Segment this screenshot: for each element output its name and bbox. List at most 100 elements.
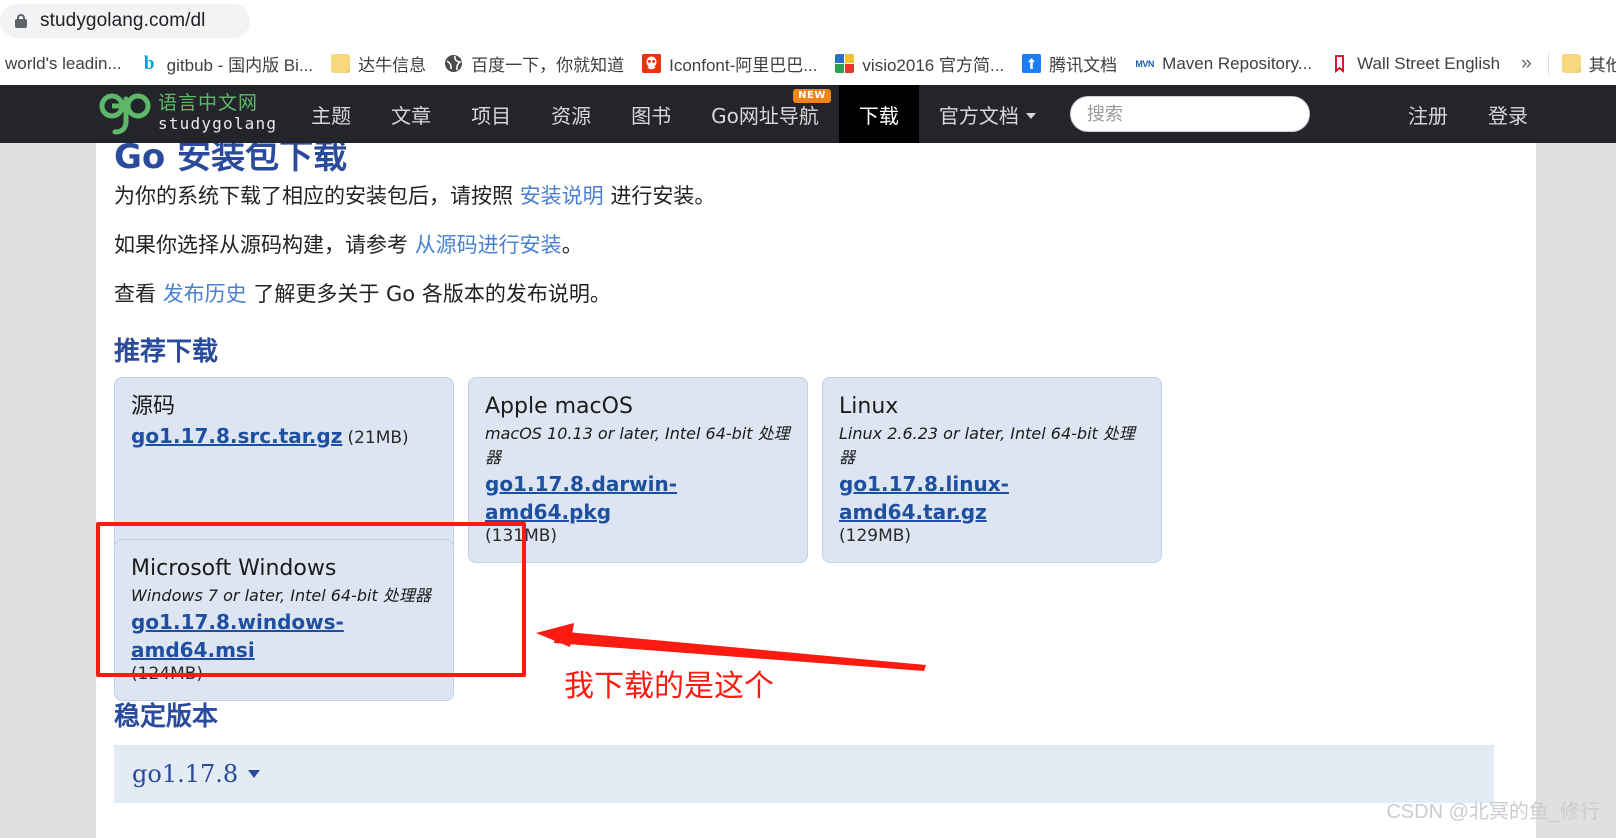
register-button[interactable]: 注册 xyxy=(1388,85,1468,143)
bookmark-label: visio2016 官方简... xyxy=(862,51,1004,76)
nav-item-download[interactable]: 下载 xyxy=(839,85,919,143)
release-history-link[interactable]: 发布历史 xyxy=(163,282,247,306)
site-logo[interactable]: 语言中文网 studygolang xyxy=(96,85,291,143)
site-logo-cn: 语言中文网 xyxy=(158,94,277,114)
download-card-source[interactable]: 源码 go1.17.8.src.tar.gz (21MB) xyxy=(114,377,454,563)
tencent-docs-icon xyxy=(1022,54,1041,73)
site-logo-en: studygolang xyxy=(158,114,277,133)
bookmark-item[interactable]: 百度一下，你就知道 xyxy=(435,49,633,79)
register-label: 注册 xyxy=(1408,100,1448,129)
bookmark-item[interactable]: The world's leadin... xyxy=(0,49,131,79)
download-link-source[interactable]: go1.17.8.src.tar.gz xyxy=(131,424,342,448)
card-subtitle: macOS 10.13 or later, Intel 64-bit 处理器 xyxy=(485,422,791,470)
paragraph-text: 。 xyxy=(562,233,583,257)
stable-version-label: go1.17.8 xyxy=(132,760,238,788)
nav-item-label: 官方文档 xyxy=(939,100,1019,129)
chevron-down-icon[interactable] xyxy=(248,770,260,778)
login-label: 登录 xyxy=(1488,100,1528,129)
chevron-down-icon xyxy=(1026,113,1036,119)
card-title: Apple macOS xyxy=(485,392,791,422)
card-title: Microsoft Windows xyxy=(131,554,437,584)
bookmarks-bar[interactable]: The world's leadin... b gitbub - 国内版 Bi.… xyxy=(0,42,1616,85)
nav-item-label: 下载 xyxy=(859,100,899,129)
card-size: (21MB) xyxy=(347,428,408,448)
folder-icon xyxy=(1562,54,1581,73)
bookmark-label: Maven Repository... xyxy=(1162,54,1312,74)
bookmark-item[interactable]: 达牛信息 xyxy=(322,49,435,79)
nav-item-label: 主题 xyxy=(311,100,351,129)
recommended-downloads-title: 推荐下载 xyxy=(114,331,218,368)
paragraph-text: 查看 xyxy=(114,282,163,306)
bookmark-label: 腾讯文档 xyxy=(1049,51,1117,76)
nav-item-themes[interactable]: 主题 xyxy=(291,85,371,143)
bookmark-label: Wall Street English xyxy=(1357,54,1500,74)
nav-item-label: 项目 xyxy=(471,100,511,129)
paragraph-release-history: 查看 发布历史 了解更多关于 Go 各版本的发布说明。 xyxy=(114,279,611,311)
paragraph-text: 进行安装。 xyxy=(604,184,716,208)
wall-street-english-icon xyxy=(1330,54,1349,73)
download-card-macos[interactable]: Apple macOS macOS 10.13 or later, Intel … xyxy=(468,377,808,563)
iconfont-icon xyxy=(642,54,661,73)
bookmark-item[interactable]: Wall Street English xyxy=(1321,49,1509,79)
card-title: 源码 xyxy=(131,392,437,422)
watermark: CSDN @北冥的鱼_修行 xyxy=(1386,795,1600,824)
download-cards: 源码 go1.17.8.src.tar.gz (21MB) Apple macO… xyxy=(114,377,1214,563)
nav-item-label: 图书 xyxy=(631,100,671,129)
card-size: (131MB) xyxy=(485,526,791,546)
bilibili-icon: b xyxy=(140,54,159,73)
paragraph-install: 为你的系统下载了相应的安装包后，请按照 安装说明 进行安装。 xyxy=(114,181,715,213)
login-button[interactable]: 登录 xyxy=(1468,85,1548,143)
nav-item-resources[interactable]: 资源 xyxy=(531,85,611,143)
bookmark-label: Iconfont-阿里巴巴... xyxy=(669,51,817,76)
other-bookmarks-button[interactable]: 其他 xyxy=(1553,49,1616,79)
search-input[interactable] xyxy=(1087,104,1293,125)
download-card-windows[interactable]: Microsoft Windows Windows 7 or later, In… xyxy=(114,539,454,701)
site-logo-text: 语言中文网 studygolang xyxy=(158,94,277,133)
search-box[interactable] xyxy=(1070,96,1310,132)
browser-chrome: studygolang.com/dl The world's leadin...… xyxy=(0,0,1616,85)
nav-item-official-docs[interactable]: 官方文档 xyxy=(919,85,1056,143)
bookmark-label: gitbub - 国内版 Bi... xyxy=(167,51,313,76)
download-link-linux[interactable]: go1.17.8.linux-amd64.tar.gz xyxy=(839,472,1009,524)
lock-icon[interactable] xyxy=(14,13,28,29)
card-subtitle: Linux 2.6.23 or later, Intel 64-bit 处理器 xyxy=(839,422,1145,470)
folder-icon xyxy=(331,54,350,73)
stable-version-row[interactable]: go1.17.8 xyxy=(114,745,1494,803)
stable-versions-title: 稳定版本 xyxy=(114,696,218,733)
page-title: Go 安装包下载 xyxy=(114,143,347,178)
bookmark-item[interactable]: MVN Maven Repository... xyxy=(1126,49,1321,79)
paragraph-text: 为你的系统下载了相应的安装包后，请按照 xyxy=(114,184,520,208)
install-instructions-link[interactable]: 安装说明 xyxy=(520,184,604,208)
bookmark-item[interactable]: 腾讯文档 xyxy=(1013,49,1126,79)
source-install-link[interactable]: 从源码进行安装 xyxy=(415,233,562,257)
go-gopher-logo-icon xyxy=(98,91,154,137)
baidu-globe-icon xyxy=(444,54,463,73)
download-card-linux[interactable]: Linux Linux 2.6.23 or later, Intel 64-bi… xyxy=(822,377,1162,563)
page-viewport: 语言中文网 studygolang 主题 文章 项目 资源 图书 Go网址导航 … xyxy=(0,85,1616,838)
paragraph-text: 了解更多关于 Go 各版本的发布说明。 xyxy=(247,282,611,306)
address-bar[interactable]: studygolang.com/dl xyxy=(0,4,250,38)
download-cards-row-2: Microsoft Windows Windows 7 or later, In… xyxy=(114,539,454,701)
nav-auth-group: 注册 登录 xyxy=(1388,85,1616,143)
download-link-macos[interactable]: go1.17.8.darwin-amd64.pkg xyxy=(485,472,677,524)
paragraph-source-build: 如果你选择从源码构建，请参考 从源码进行安装。 xyxy=(114,230,583,262)
bookmark-item[interactable]: b gitbub - 国内版 Bi... xyxy=(131,49,322,79)
nav-item-books[interactable]: 图书 xyxy=(611,85,691,143)
card-title: Linux xyxy=(839,392,1145,422)
address-bar-url: studygolang.com/dl xyxy=(40,10,206,32)
bookmark-item[interactable]: Iconfont-阿里巴巴... xyxy=(633,49,826,79)
search-container xyxy=(1070,85,1310,143)
paragraph-text: 如果你选择从源码构建，请参考 xyxy=(114,233,415,257)
nav-item-projects[interactable]: 项目 xyxy=(451,85,531,143)
nav-item-go-nav[interactable]: Go网址导航 NEW xyxy=(691,85,839,143)
download-link-windows[interactable]: go1.17.8.windows-amd64.msi xyxy=(131,610,344,662)
visio-icon xyxy=(835,54,854,73)
nav-item-articles[interactable]: 文章 xyxy=(371,85,451,143)
card-subtitle: Windows 7 or later, Intel 64-bit 处理器 xyxy=(131,584,437,608)
maven-icon: MVN xyxy=(1135,54,1154,73)
bookmark-item[interactable]: visio2016 官方简... xyxy=(826,49,1013,79)
bookmarks-divider xyxy=(1548,53,1549,75)
nav-item-label: 文章 xyxy=(391,100,431,129)
bookmarks-overflow-button[interactable]: » xyxy=(1509,53,1544,75)
bookmark-label: 百度一下，你就知道 xyxy=(471,51,624,76)
